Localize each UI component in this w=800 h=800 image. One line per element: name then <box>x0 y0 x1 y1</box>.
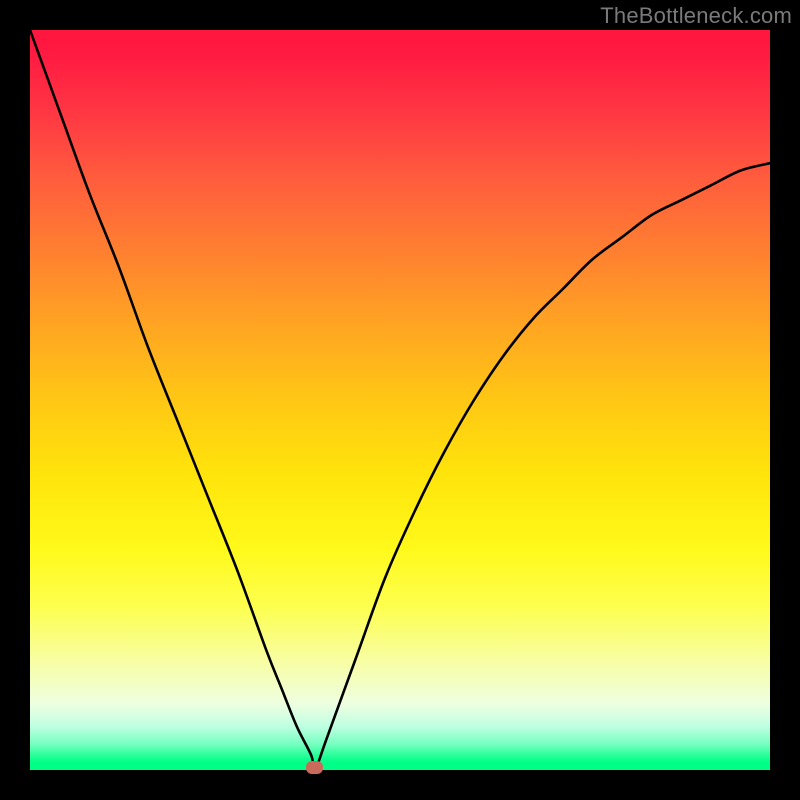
optimal-point-marker <box>306 761 323 774</box>
bottleneck-curve <box>30 30 770 770</box>
chart-container: TheBottleneck.com <box>0 0 800 800</box>
watermark-text: TheBottleneck.com <box>600 3 792 29</box>
plot-area <box>30 30 770 770</box>
